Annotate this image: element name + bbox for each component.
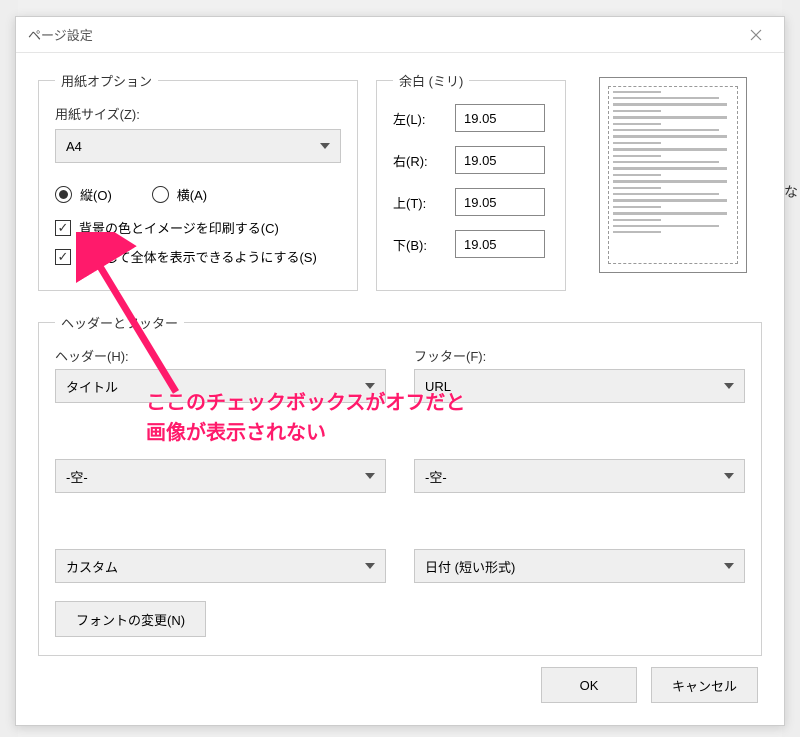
print-background-label: 背景の色とイメージを印刷する(C) bbox=[79, 218, 279, 237]
margin-top-input[interactable] bbox=[455, 188, 545, 216]
paper-options-legend: 用紙オプション bbox=[55, 71, 158, 90]
margins-legend: 余白 (ミリ) bbox=[393, 71, 469, 90]
header-label: ヘッダー(H): bbox=[55, 346, 386, 365]
close-icon bbox=[750, 29, 762, 41]
margins-group: 余白 (ミリ) 左(L): 右(R): 上(T): 下(B): bbox=[376, 71, 566, 291]
titlebar: ページ設定 bbox=[16, 17, 784, 53]
margin-bottom-input[interactable] bbox=[455, 230, 545, 258]
header-select-2[interactable]: -空- bbox=[55, 459, 386, 493]
footer-value-3: 日付 (短い形式) bbox=[425, 557, 515, 576]
margin-bottom-label: 下(B): bbox=[393, 235, 445, 254]
paper-size-value: A4 bbox=[66, 139, 82, 154]
paper-size-select[interactable]: A4 bbox=[55, 129, 341, 163]
close-button[interactable] bbox=[740, 23, 772, 47]
header-value-3: カスタム bbox=[66, 557, 118, 576]
header-select-1[interactable]: タイトル bbox=[55, 369, 386, 403]
header-footer-legend: ヘッダーとフッター bbox=[55, 313, 184, 332]
orientation-landscape-label: 横(A) bbox=[177, 185, 207, 204]
margin-top-label: 上(T): bbox=[393, 193, 445, 212]
footer-label: フッター(F): bbox=[414, 346, 745, 365]
orientation-landscape-radio[interactable]: 横(A) bbox=[152, 185, 207, 204]
cancel-button[interactable]: キャンセル bbox=[651, 667, 758, 703]
footer-select-2[interactable]: -空- bbox=[414, 459, 745, 493]
shrink-to-fit-checkbox[interactable]: 縮小して全体を表示できるようにする(S) bbox=[55, 247, 341, 266]
dialog-title: ページ設定 bbox=[28, 25, 740, 44]
cancel-label: キャンセル bbox=[672, 676, 737, 695]
header-value-2: -空- bbox=[66, 467, 88, 486]
print-background-checkbox[interactable]: 背景の色とイメージを印刷する(C) bbox=[55, 218, 341, 237]
ok-label: OK bbox=[580, 678, 599, 693]
page-preview bbox=[599, 77, 747, 273]
orientation-portrait-label: 縦(O) bbox=[80, 185, 112, 204]
page-setup-dialog: ページ設定 用紙オプション 用紙サイズ(Z): A4 縦(O) bbox=[15, 16, 785, 726]
paper-size-label: 用紙サイズ(Z): bbox=[55, 104, 341, 123]
footer-select-1[interactable]: URL bbox=[414, 369, 745, 403]
orientation-portrait-radio[interactable]: 縦(O) bbox=[55, 185, 112, 204]
footer-value-2: -空- bbox=[425, 467, 447, 486]
shrink-to-fit-label: 縮小して全体を表示できるようにする(S) bbox=[79, 247, 317, 266]
paper-options-group: 用紙オプション 用紙サイズ(Z): A4 縦(O) 横(A) bbox=[38, 71, 358, 291]
change-font-label: フォントの変更(N) bbox=[76, 610, 185, 629]
radio-icon bbox=[55, 186, 72, 203]
checkbox-icon bbox=[55, 220, 71, 236]
margin-right-input[interactable] bbox=[455, 146, 545, 174]
header-footer-group: ヘッダーとフッター ヘッダー(H): タイトル フッター(F): URL -空-… bbox=[38, 313, 762, 656]
header-select-3[interactable]: カスタム bbox=[55, 549, 386, 583]
margin-left-input[interactable] bbox=[455, 104, 545, 132]
ok-button[interactable]: OK bbox=[541, 667, 637, 703]
footer-value-1: URL bbox=[425, 379, 451, 394]
footer-select-3[interactable]: 日付 (短い形式) bbox=[414, 549, 745, 583]
checkbox-icon bbox=[55, 249, 71, 265]
radio-icon bbox=[152, 186, 169, 203]
header-value-1: タイトル bbox=[66, 377, 118, 396]
change-font-button[interactable]: フォントの変更(N) bbox=[55, 601, 206, 637]
margin-right-label: 右(R): bbox=[393, 151, 445, 170]
background-text: な bbox=[784, 182, 798, 202]
margin-left-label: 左(L): bbox=[393, 109, 445, 128]
